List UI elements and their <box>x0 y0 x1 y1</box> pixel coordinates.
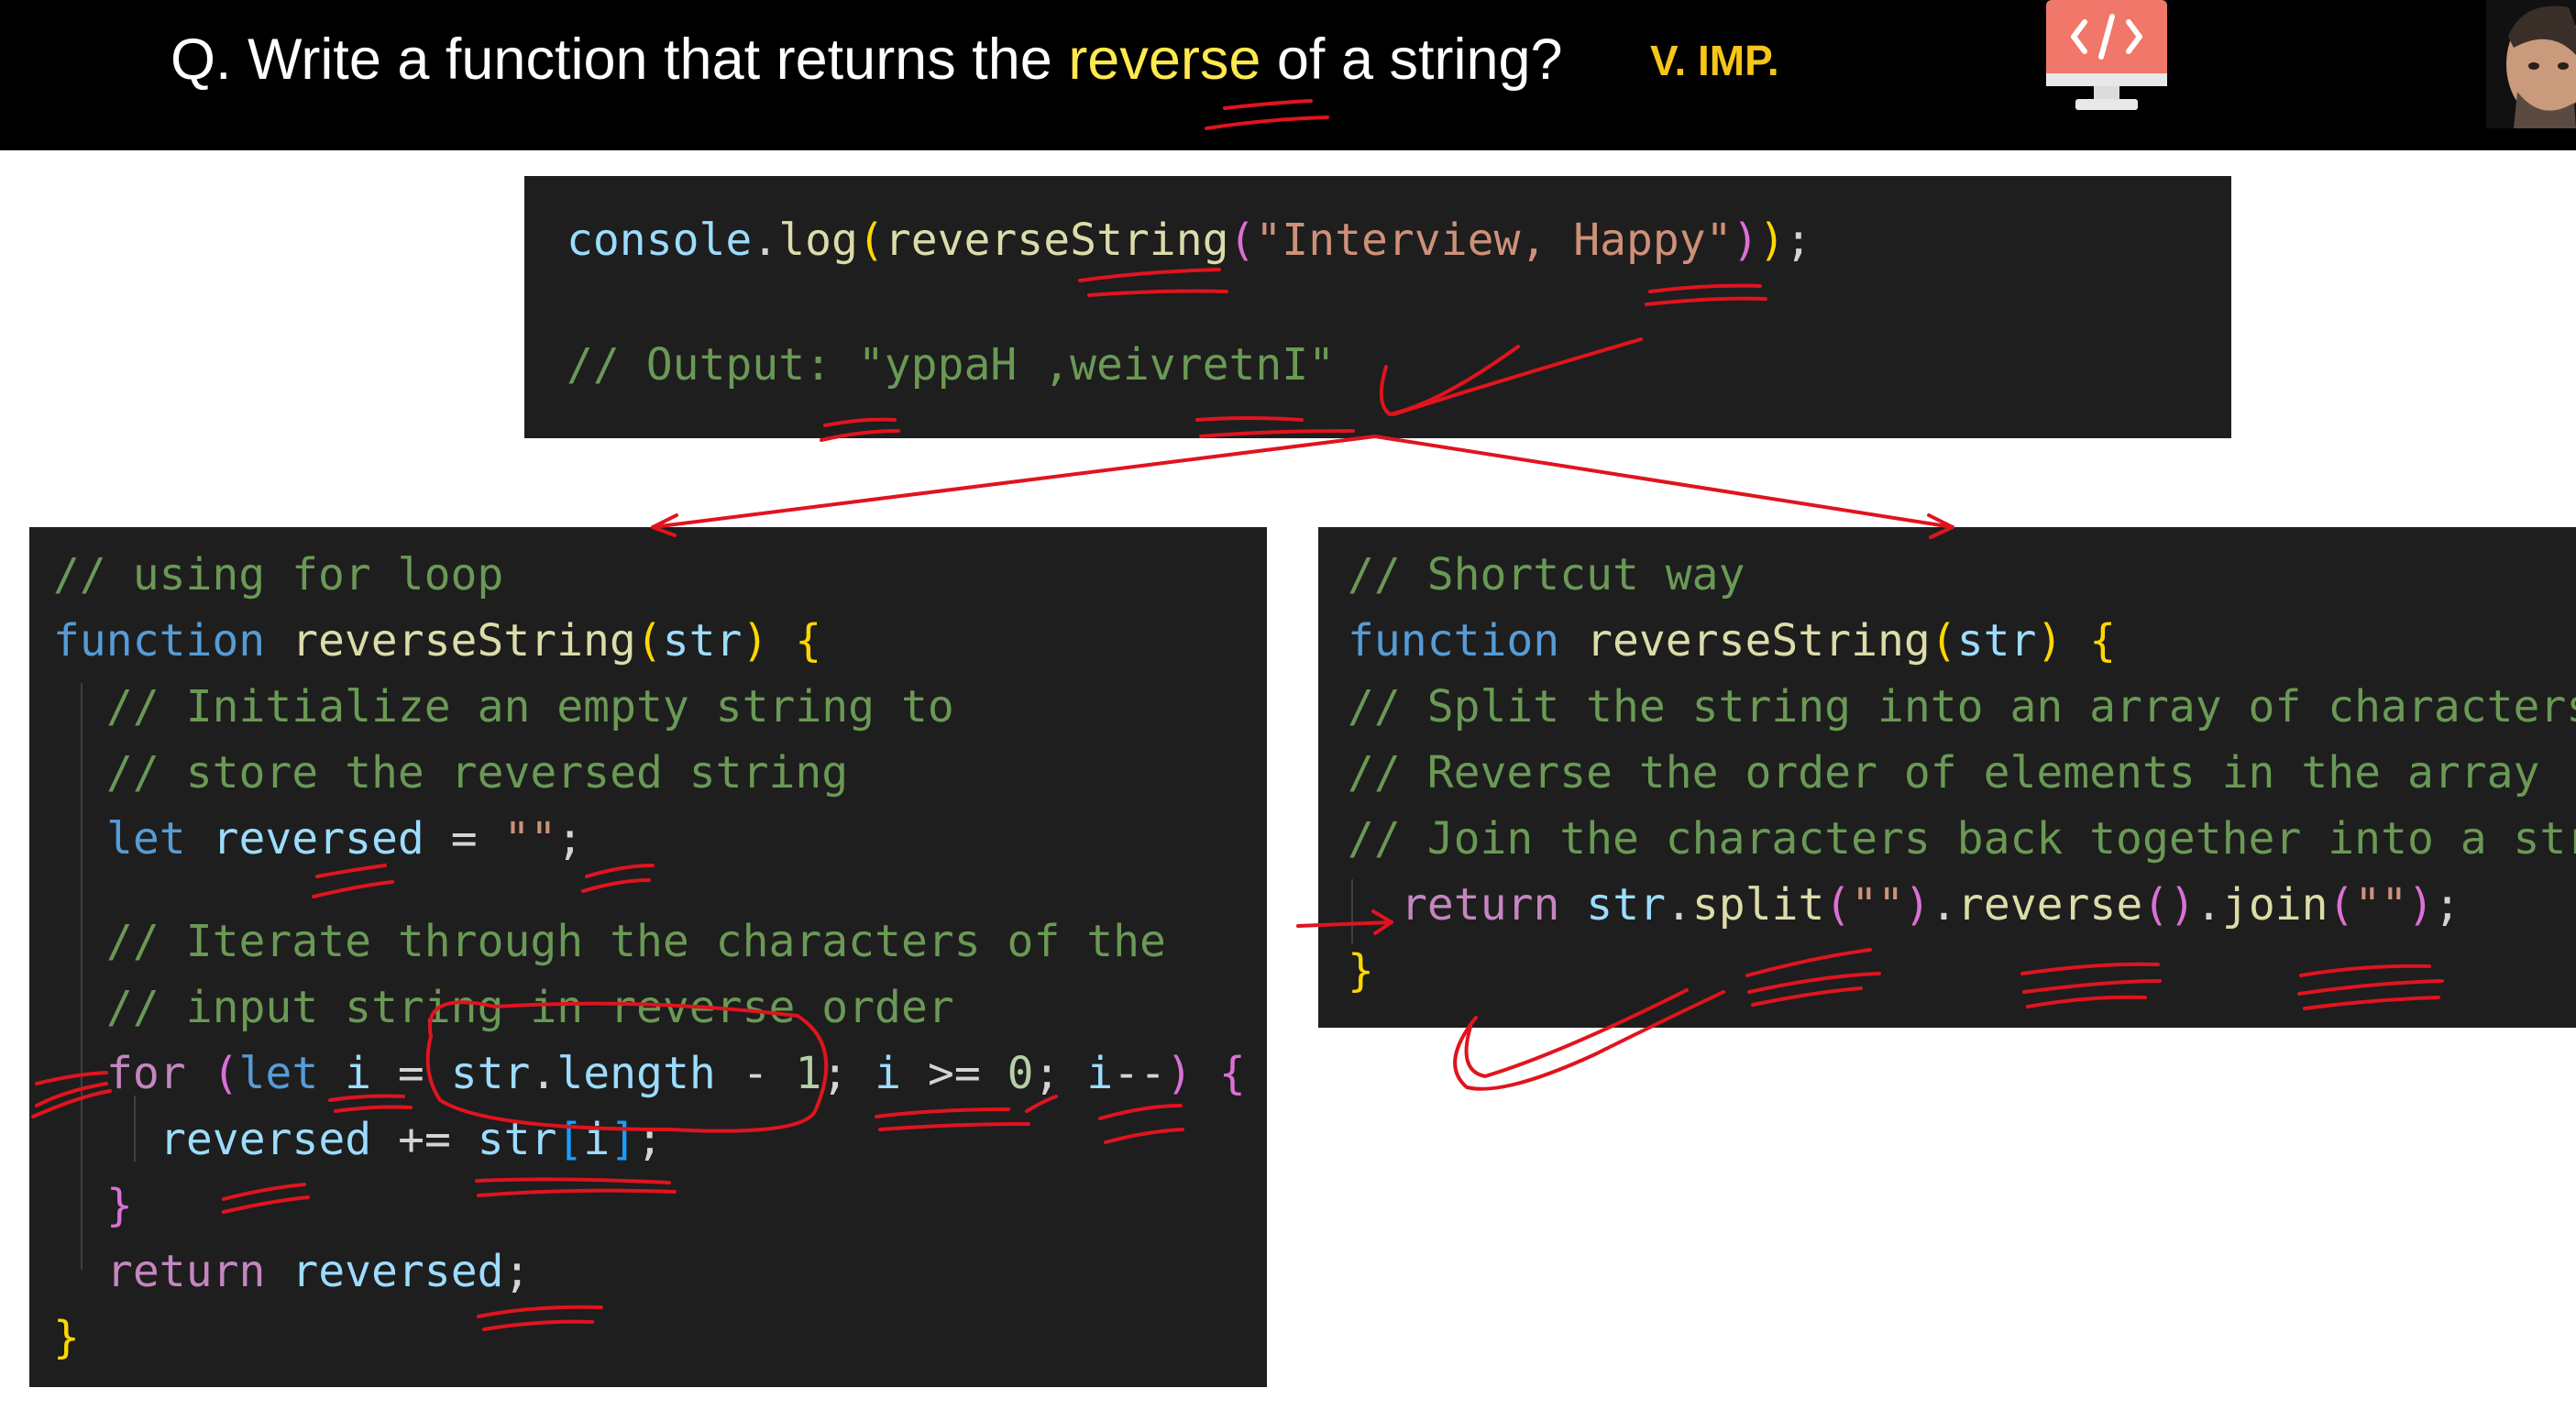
underline-mark <box>222 1183 306 1201</box>
underline-mark <box>482 1319 594 1331</box>
underline-mark <box>1645 296 1767 306</box>
underline-mark <box>1223 99 1313 110</box>
underline-mark <box>878 1122 1030 1131</box>
underline-mark <box>312 880 394 898</box>
checkmark <box>1392 337 1643 416</box>
underline-mark <box>475 1177 671 1184</box>
underline-mark <box>823 417 897 427</box>
underline-mark <box>1098 1104 1183 1120</box>
underline-mark <box>334 1105 413 1113</box>
underline-mark <box>1205 116 1329 130</box>
underline-mark <box>1025 1095 1058 1113</box>
underline-mark <box>477 1188 677 1197</box>
underline-mark <box>1104 1128 1184 1144</box>
underline-mark <box>1751 986 1863 1007</box>
arrow <box>651 435 1377 529</box>
underline-mark <box>1195 416 1304 422</box>
underline-mark <box>31 1089 112 1118</box>
underline-mark <box>1087 289 1228 297</box>
underline-mark <box>1745 948 1872 977</box>
underline-mark <box>2303 996 2440 1010</box>
underline-mark <box>477 1305 603 1318</box>
handwritten-annotations <box>31 99 2444 1331</box>
underline-mark <box>2297 979 2444 996</box>
underline-mark <box>1199 429 1355 438</box>
underline-mark <box>1078 268 1221 282</box>
underline-mark <box>2299 964 2431 977</box>
underline-mark <box>328 1094 405 1102</box>
underline-mark <box>2020 962 2160 975</box>
underline-mark <box>1648 283 1762 293</box>
underline-mark <box>875 1107 1010 1118</box>
underline-mark <box>315 864 387 878</box>
underline-mark <box>585 864 655 878</box>
underline-mark <box>35 1071 108 1085</box>
underline-mark <box>581 878 651 893</box>
underline-mark <box>222 1195 310 1214</box>
arrow <box>1373 435 1954 529</box>
underline-mark <box>2026 995 2147 1008</box>
arrow <box>1296 920 1393 928</box>
underline-mark <box>820 429 900 442</box>
circle-mark <box>425 1000 829 1133</box>
underline-mark <box>2022 979 2162 994</box>
